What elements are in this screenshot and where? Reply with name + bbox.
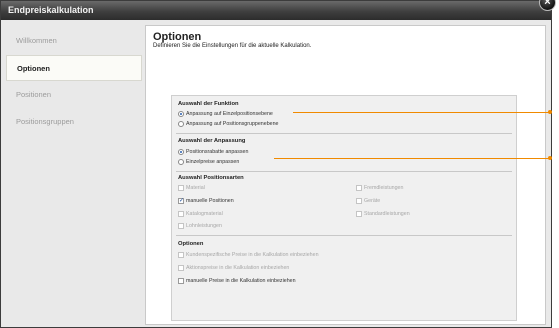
radio-label: Anpassung auf Einzelpositionsebene — [186, 111, 273, 117]
checkbox-material[interactable]: Material — [178, 185, 205, 191]
section-heading-optionen: Optionen — [178, 241, 204, 247]
radio-positionsrabatte[interactable]: Positionsrabatte anpassen — [178, 149, 248, 155]
radio-label: Anpassung auf Positionsgruppenebene — [186, 121, 279, 127]
window-title: Endpreiskalkulation — [8, 5, 94, 15]
content-header: Optionen Definieren Sie die Einstellunge… — [146, 26, 545, 84]
checkbox-label: Kundenspezifische Preise in die Kalkulat… — [186, 252, 319, 258]
checkbox-empty-icon — [178, 185, 184, 191]
content-area: Optionen Definieren Sie die Einstellunge… — [145, 25, 546, 325]
checkbox-label: manuelle Positionen — [186, 198, 234, 204]
checkmark-icon: ✓ — [178, 198, 185, 204]
page-subtitle: Definieren Sie die Einstellungen für die… — [153, 43, 312, 49]
close-icon[interactable]: × — [539, 0, 556, 11]
checkbox-empty-icon — [178, 278, 184, 284]
title-bar[interactable]: Endpreiskalkulation — [1, 1, 551, 20]
sidebar-item-optionen[interactable]: Optionen — [6, 55, 142, 81]
checkbox-fremdleistungen[interactable]: Fremdleistungen — [356, 185, 403, 191]
callout-line-anpassung — [274, 158, 549, 159]
checkbox-manuelle-positionen[interactable]: ✓ manuelle Positionen — [178, 198, 234, 204]
checkbox-empty-icon — [178, 211, 184, 217]
callout-line-funktion — [293, 112, 549, 113]
callout-dot-anpassung — [548, 156, 552, 160]
sidebar-item-positionsgruppen[interactable]: Positionsgruppen — [6, 109, 142, 135]
checkbox-label: Katalogmaterial — [186, 211, 223, 217]
checkbox-label: Fremdleistungen — [364, 185, 404, 191]
checkbox-standardleistungen[interactable]: Standardleistungen — [356, 211, 410, 217]
divider — [176, 133, 512, 134]
checkbox-empty-icon — [178, 252, 184, 258]
radio-empty-icon — [178, 121, 184, 127]
divider — [176, 235, 512, 236]
radio-einzelpositionsebene[interactable]: Anpassung auf Einzelpositionsebene — [178, 111, 273, 117]
checkbox-empty-icon — [178, 223, 184, 229]
callout-dot-funktion — [548, 110, 552, 114]
sidebar: Willkommen Optionen Positionen Positions… — [6, 28, 142, 136]
checkbox-kundenspezifische-preise[interactable]: Kundenspezifische Preise in die Kalkulat… — [178, 252, 319, 258]
sidebar-item-positionen[interactable]: Positionen — [6, 82, 142, 108]
options-panel: Auswahl der Funktion Anpassung auf Einze… — [171, 95, 517, 321]
radio-einzelpreise[interactable]: Einzelpreise anpassen — [178, 159, 239, 165]
radio-label: Positionsrabatte anpassen — [186, 149, 249, 155]
checkbox-manuelle-preise[interactable]: manuelle Preise in die Kalkulation einbe… — [178, 278, 296, 284]
section-heading-anpassung: Auswahl der Anpassung — [178, 138, 246, 144]
checkbox-label: Geräte — [364, 198, 381, 204]
checkbox-geraete[interactable]: Geräte — [356, 198, 380, 204]
checkbox-empty-icon — [356, 198, 362, 204]
page-title: Optionen — [153, 31, 202, 43]
checkbox-label: Standardleistungen — [364, 211, 410, 217]
checkbox-empty-icon — [356, 185, 362, 191]
checkbox-empty-icon — [356, 211, 362, 217]
checkbox-empty-icon — [178, 265, 184, 271]
checkbox-katalogmaterial[interactable]: Katalogmaterial — [178, 211, 223, 217]
checkbox-label: Material — [186, 185, 205, 191]
section-heading-positionsarten: Auswahl Positionsarten — [178, 175, 244, 181]
dialog-window: Endpreiskalkulation Willkommen Optionen … — [0, 0, 552, 328]
section-heading-funktion: Auswahl der Funktion — [178, 101, 239, 107]
checkbox-lohnleistungen[interactable]: Lohnleistungen — [178, 223, 222, 229]
radio-empty-icon — [178, 159, 184, 165]
radio-label: Einzelpreise anpassen — [186, 159, 240, 165]
checkbox-label: manuelle Preise in die Kalkulation einbe… — [186, 278, 296, 284]
checkbox-aktionspreise[interactable]: Aktionspreise in die Kalkulation einbezi… — [178, 265, 289, 271]
radio-positionsgruppenebene[interactable]: Anpassung auf Positionsgruppenebene — [178, 121, 278, 127]
radio-selected-icon — [178, 111, 184, 117]
radio-selected-icon — [178, 149, 184, 155]
checkbox-label: Lohnleistungen — [186, 223, 222, 229]
checkbox-label: Aktionspreise in die Kalkulation einbezi… — [186, 265, 290, 271]
sidebar-item-willkommen[interactable]: Willkommen — [6, 28, 142, 54]
divider — [176, 171, 512, 172]
